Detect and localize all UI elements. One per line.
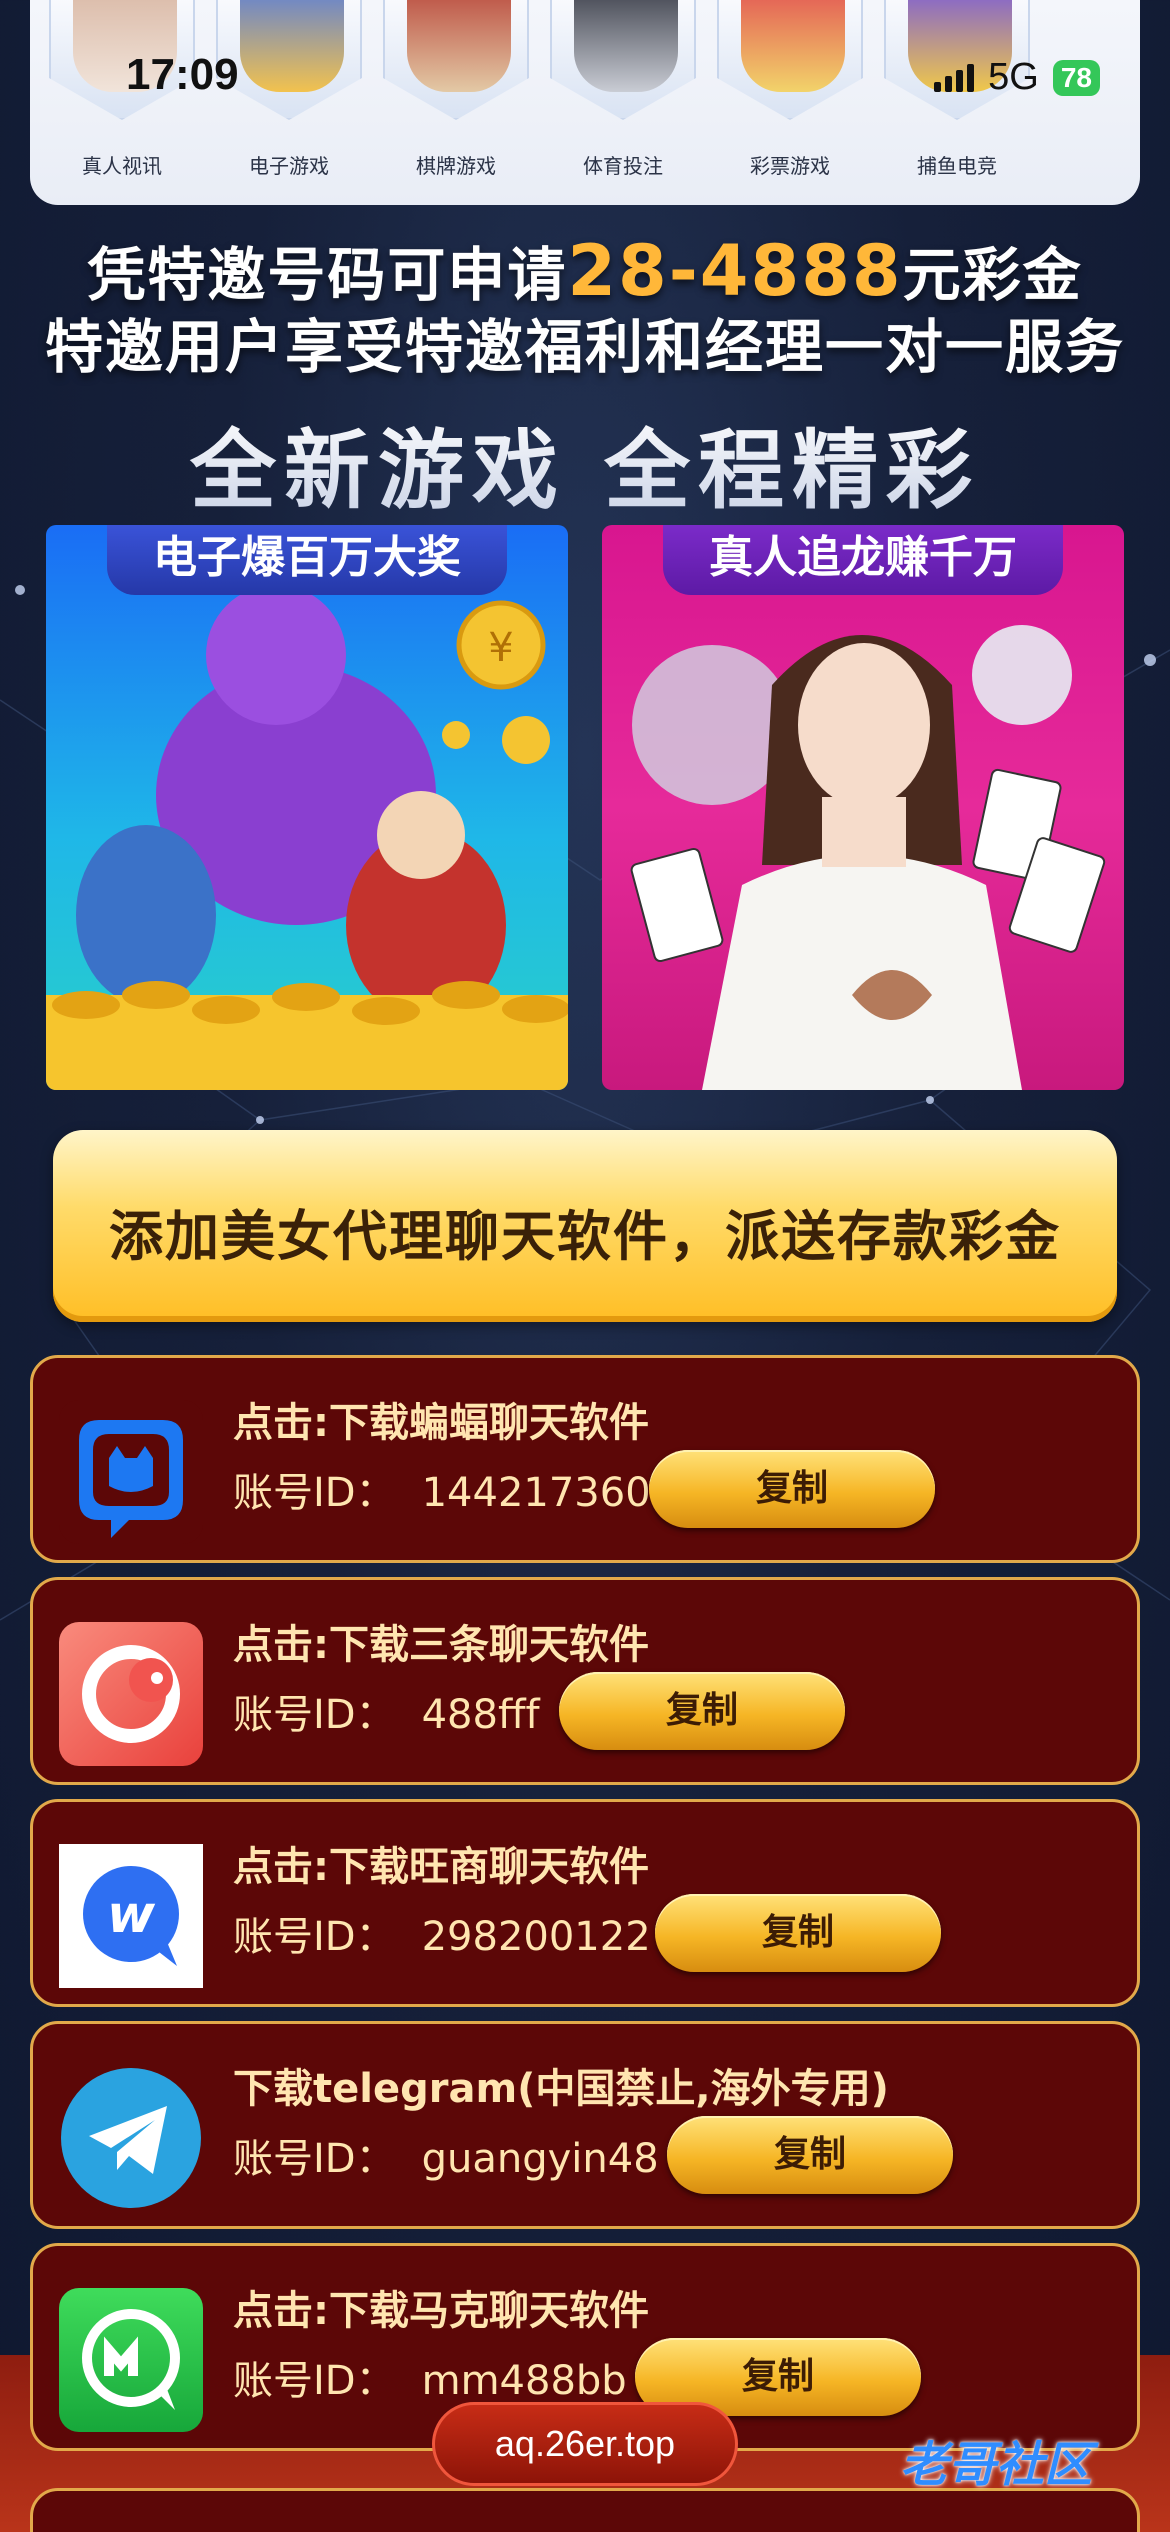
status-time: 17:09 bbox=[126, 50, 239, 99]
account-id-value: 144217360 bbox=[421, 1470, 651, 1516]
account-id-value: 488fff bbox=[421, 1692, 540, 1738]
download-title: 点击:下载旺商聊天软件 bbox=[233, 1844, 649, 1890]
account-id-label: 账号ID： bbox=[233, 1692, 396, 1738]
copy-button[interactable]: 复制 bbox=[559, 1672, 845, 1750]
battery-icon: 78 bbox=[1052, 59, 1100, 96]
category-slots[interactable]: 电子游戏 bbox=[214, 0, 364, 205]
copy-button[interactable]: 复制 bbox=[655, 1894, 941, 1972]
category-label: 棋牌游戏 bbox=[416, 154, 496, 178]
category-label: 捕鱼电竞 bbox=[917, 154, 997, 178]
add-agent-text: 添加美女代理聊天软件，派送存款彩金 bbox=[109, 1205, 1061, 1268]
account-id-label: 账号ID： bbox=[233, 1914, 396, 1960]
promo-live-card[interactable]: 真人追龙赚千万 bbox=[602, 525, 1124, 1090]
category-lottery-icon bbox=[717, 0, 863, 120]
download-card-telegram[interactable]: 下载telegram(中国禁止,海外专用) 账号ID： guangyin48 复制 bbox=[30, 2021, 1140, 2229]
headline-new-games: 全新游戏 全程精彩 bbox=[0, 400, 1170, 525]
slots-promo-artwork: ¥ bbox=[46, 585, 568, 1090]
category-sports-icon bbox=[550, 0, 696, 120]
account-id-value: guangyin48 bbox=[421, 2136, 659, 2182]
account-id: 账号ID： guangyin48 bbox=[233, 2126, 659, 2184]
category-label: 电子游戏 bbox=[249, 154, 329, 178]
download-title: 下载telegram(中国禁止,海外专用) bbox=[233, 2066, 889, 2112]
community-watermark: 老哥社区 bbox=[900, 2437, 1093, 2493]
account-id-value: mm488bb bbox=[421, 2358, 627, 2404]
santiao-icon bbox=[59, 1622, 203, 1766]
download-title: 点击:下载马克聊天软件 bbox=[233, 2288, 649, 2334]
add-agent-banner[interactable]: 添加美女代理聊天软件，派送存款彩金 bbox=[53, 1130, 1117, 1322]
account-id: 账号ID： 144217360 bbox=[233, 1460, 651, 1518]
wangshang-icon: w bbox=[59, 1844, 203, 1988]
download-card-bat[interactable]: 点击:下载蝙蝠聊天软件 账号ID： 144217360 复制 bbox=[30, 1355, 1140, 1563]
browser-url-pill[interactable]: aq.26er.top bbox=[432, 2402, 738, 2486]
download-title: 点击:下载蝙蝠聊天软件 bbox=[233, 1400, 649, 1446]
account-id: 账号ID： mm488bb bbox=[233, 2348, 627, 2406]
promo-slots-tag: 电子爆百万大奖 bbox=[107, 525, 507, 595]
promo-live-tag: 真人追龙赚千万 bbox=[663, 525, 1063, 595]
category-lottery[interactable]: 彩票游戏 bbox=[715, 0, 865, 205]
download-card-santiao[interactable]: 点击:下载三条聊天软件 账号ID： 488fff 复制 bbox=[30, 1577, 1140, 1785]
account-id-value: 298200122 bbox=[421, 1914, 651, 1960]
bat-chat-icon bbox=[59, 1400, 203, 1544]
status-indicators: 5G 78 bbox=[934, 56, 1100, 99]
headline-vip: 特邀用户享受特邀福利和经理一对一服务 bbox=[44, 313, 1125, 381]
network-type: 5G bbox=[988, 56, 1039, 98]
category-sports[interactable]: 体育投注 bbox=[548, 0, 698, 205]
category-cards-icon bbox=[383, 0, 529, 120]
category-fishing[interactable]: 捕鱼电竞 bbox=[882, 0, 1032, 205]
live-promo-artwork bbox=[630, 625, 1106, 1090]
signal-icon bbox=[934, 63, 975, 92]
category-cards[interactable]: 棋牌游戏 bbox=[381, 0, 531, 205]
account-id: 账号ID： 488fff bbox=[233, 1682, 540, 1740]
mark-chat-icon bbox=[59, 2288, 203, 2432]
copy-button[interactable]: 复制 bbox=[667, 2116, 953, 2194]
account-id-label: 账号ID： bbox=[233, 2358, 396, 2404]
account-id: 账号ID： 298200122 bbox=[233, 1904, 651, 1962]
account-id-label: 账号ID： bbox=[233, 1470, 396, 1516]
category-label: 彩票游戏 bbox=[750, 154, 830, 178]
telegram-icon bbox=[59, 2066, 203, 2210]
copy-button[interactable]: 复制 bbox=[649, 1450, 935, 1528]
category-label: 体育投注 bbox=[583, 154, 663, 178]
account-id-label: 账号ID： bbox=[233, 2136, 396, 2182]
headline-suffix: 元彩金 bbox=[902, 241, 1083, 309]
game-category-bar: 真人视讯 电子游戏 棋牌游戏 体育投注 彩票游戏 捕鱼电竞 bbox=[30, 0, 1140, 205]
download-title: 点击:下载三条聊天软件 bbox=[233, 1622, 649, 1668]
download-card-wangshang[interactable]: w 点击:下载旺商聊天软件 账号ID： 298200122 复制 bbox=[30, 1799, 1140, 2007]
svg-text:¥: ¥ bbox=[488, 625, 513, 671]
headline-prefix: 凭特邀号码可申请 bbox=[87, 241, 568, 309]
category-live[interactable]: 真人视讯 bbox=[47, 0, 197, 205]
category-label: 真人视讯 bbox=[82, 154, 162, 178]
svg-text:w: w bbox=[107, 1885, 156, 1945]
promo-slots-card[interactable]: ¥ 电子爆百万大奖 bbox=[46, 525, 568, 1090]
